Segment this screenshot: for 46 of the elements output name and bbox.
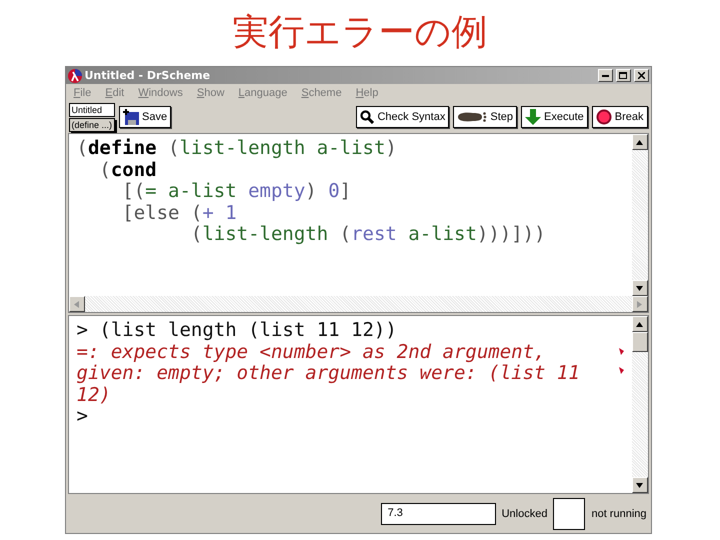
code-line: [else (+ 1 bbox=[121, 202, 238, 224]
vertical-scrollbar[interactable] bbox=[632, 316, 648, 493]
up-arrow-icon bbox=[636, 322, 643, 326]
code-line: (cond bbox=[98, 160, 158, 181]
error-marker-icon bbox=[618, 348, 624, 354]
toolbar-button[interactable]: Break bbox=[592, 106, 648, 128]
maximize-button[interactable] bbox=[616, 69, 630, 82]
window-title: Untitled - DrScheme bbox=[84, 69, 212, 82]
status-box bbox=[553, 498, 586, 530]
left-arrow-icon bbox=[74, 300, 79, 308]
code-line: (define (list-length a-list) bbox=[76, 138, 398, 160]
prompt-line: > bbox=[76, 406, 89, 428]
down-arrow-icon bbox=[636, 286, 643, 290]
toolbar-button[interactable]: Execute bbox=[521, 106, 588, 128]
code-line: [(= a-list empty) 0] bbox=[121, 181, 352, 202]
close-icon bbox=[638, 72, 644, 79]
lock-status: Unlocked bbox=[502, 508, 548, 520]
prompt-line: > (list length (list 11 12)) bbox=[76, 320, 398, 342]
maximize-icon bbox=[619, 72, 627, 79]
minimize-icon bbox=[602, 74, 608, 76]
minimize-button[interactable] bbox=[598, 69, 612, 82]
down-arrow-icon bbox=[525, 109, 541, 125]
scroll-thumb[interactable] bbox=[632, 332, 648, 352]
close-button[interactable] bbox=[634, 69, 648, 82]
slide-title: 実行エラーの例 bbox=[232, 11, 488, 55]
lambda-logo-icon bbox=[68, 68, 82, 82]
toolbar-button[interactable]: Step bbox=[453, 106, 517, 128]
interactions-pane[interactable]: > (list length (list 11 12)) =: expects type <number> as 2nd argument, given: empty; other arguments were: (list 11 12) > bbox=[68, 315, 648, 494]
horizontal-scrollbar[interactable] bbox=[68, 296, 648, 312]
footprint-icon bbox=[457, 110, 488, 124]
down-arrow-icon bbox=[636, 482, 643, 488]
up-arrow-icon bbox=[636, 140, 643, 144]
tab[interactable]: (define ...) bbox=[68, 118, 116, 132]
vertical-scrollbar[interactable] bbox=[632, 134, 648, 296]
status-field: 7.3 bbox=[380, 503, 496, 525]
error-marker-icon bbox=[618, 366, 624, 374]
search-icon bbox=[360, 110, 374, 124]
stop-icon bbox=[596, 109, 612, 125]
save-button[interactable]: Save bbox=[119, 106, 172, 128]
toolbar-button[interactable]: Check Syntax bbox=[356, 106, 450, 128]
tab[interactable]: Untitled bbox=[68, 102, 116, 116]
error-message: =: expects type <number> as 2nd argument, given: empty; other arguments were: (list 11 12) bbox=[76, 342, 581, 406]
definitions-pane[interactable]: (define (list-length a-list) (cond [(= a-list empty) 0] [else (+ 1 (list-length (rest a-list)))])) bbox=[68, 133, 648, 313]
right-arrow-icon bbox=[637, 300, 642, 308]
run-status: not running bbox=[591, 508, 646, 520]
code-line: (list-length (rest a-list)))])) bbox=[190, 224, 547, 246]
